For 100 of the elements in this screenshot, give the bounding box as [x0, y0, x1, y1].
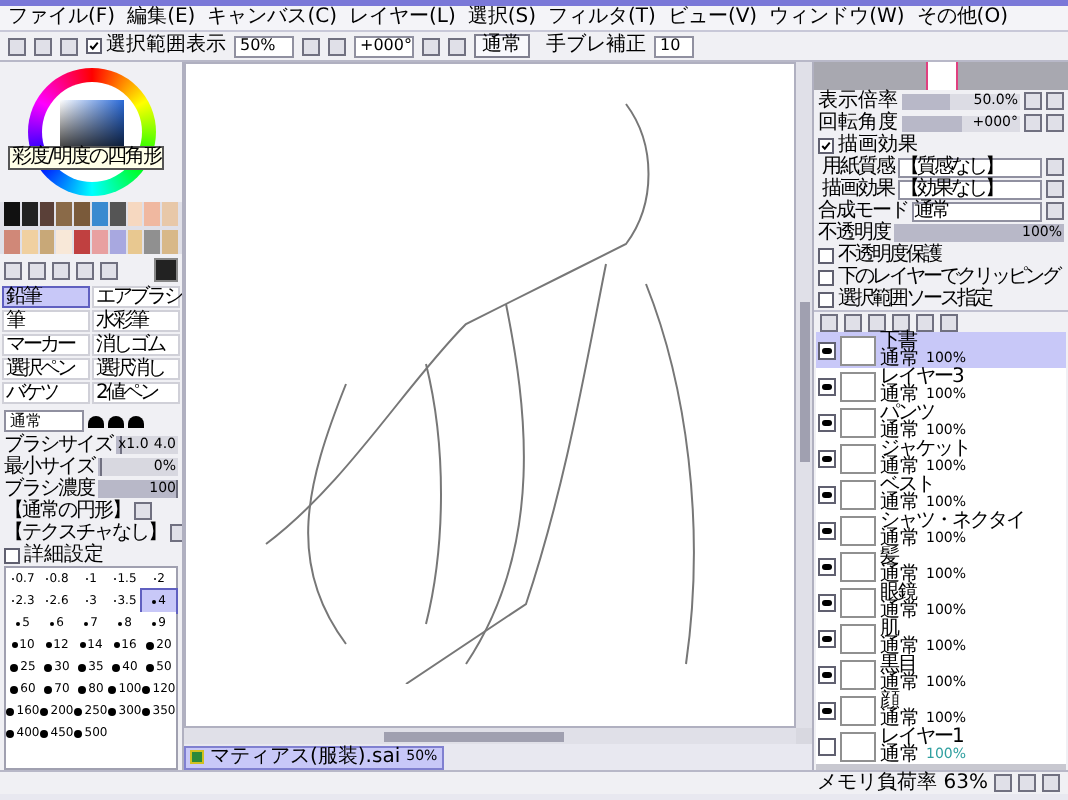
layer-thumbnail — [840, 479, 876, 509]
color-swatch[interactable] — [144, 202, 161, 226]
layer-thumbnail — [840, 515, 876, 545]
layer-thumbnail — [840, 587, 876, 617]
tool-button[interactable]: 2値ペン — [92, 382, 180, 404]
texture-label: 【テクスチャなし】 — [4, 523, 166, 543]
color-swatch[interactable] — [162, 229, 178, 253]
layer-name: ベスト — [880, 476, 934, 494]
checkbox[interactable] — [818, 269, 834, 285]
tooltip: 彩度/明度の四角形 — [8, 146, 165, 170]
menu-item[interactable]: ファイル(F) — [8, 8, 116, 28]
layer-name: 肌 — [880, 620, 899, 638]
setting-label: 回転角度 — [818, 113, 898, 133]
tool-button[interactable]: エアブラシ — [92, 286, 180, 308]
layer-name: レイヤー1 — [880, 728, 963, 746]
effect-dropdown[interactable]: 【効果なし】 — [898, 179, 1042, 199]
scrollbar-thumb[interactable] — [799, 302, 809, 462]
menu-item[interactable]: 選択(S) — [467, 8, 537, 28]
color-swatch[interactable] — [4, 229, 20, 253]
setting-label: 不透明度 — [818, 223, 890, 243]
color-swatch[interactable] — [39, 202, 55, 226]
checkbox[interactable] — [818, 291, 834, 307]
color-swatch[interactable] — [127, 202, 143, 226]
scrollbar-thumb[interactable] — [384, 731, 564, 741]
stabilizer-field[interactable]: 10 — [654, 35, 694, 57]
tip-round-icon[interactable] — [88, 415, 104, 427]
color-swatch[interactable] — [144, 229, 161, 253]
layer-blend-mode: 通常 — [880, 458, 920, 476]
color-swatch[interactable] — [92, 202, 108, 226]
layer-thumbnail — [840, 623, 876, 653]
tool-button[interactable]: 水彩筆 — [92, 310, 180, 332]
layer-blend-mode: 通常 — [880, 494, 920, 512]
blend-button[interactable]: 通常 — [474, 34, 530, 58]
menu-item[interactable]: ビュー(V) — [667, 8, 758, 28]
checkbox[interactable] — [86, 38, 102, 54]
checkbox[interactable] — [818, 247, 834, 263]
tool-button[interactable]: 選択ペン — [2, 358, 90, 380]
tool-button[interactable]: バケツ — [2, 382, 90, 404]
checkbox-label: 不透明度保護 — [838, 245, 940, 265]
layer-blend-mode: 通常 — [880, 422, 920, 440]
layer-name: シャツ・ネクタイ — [880, 512, 1024, 530]
color-swatch[interactable] — [56, 229, 73, 253]
menu-item[interactable]: フィルタ(T) — [548, 8, 656, 28]
color-swatch[interactable] — [74, 229, 90, 253]
angle-field[interactable]: +000° — [354, 35, 414, 57]
tool-button[interactable]: 筆 — [2, 310, 90, 332]
layer-thumbnail — [840, 335, 876, 365]
layer-name: パンツ — [880, 404, 934, 422]
color-swatch[interactable] — [21, 229, 38, 253]
setting-label: ブラシ濃度 — [4, 479, 94, 499]
brush-mode-field[interactable]: 通常 — [4, 410, 84, 432]
setting-label: ブラシサイズ — [4, 435, 112, 455]
layer-blend-mode: 通常 — [880, 674, 920, 692]
tool-button[interactable]: 鉛筆 — [2, 286, 90, 308]
tip-flat-icon[interactable] — [108, 415, 124, 427]
paper-dropdown[interactable]: 【質感なし】 — [898, 157, 1042, 177]
blend-mode-dropdown[interactable]: 通常 — [912, 201, 1042, 221]
tool-button[interactable]: 選択消し — [92, 358, 180, 380]
menu-item[interactable]: 編集(E) — [127, 8, 196, 28]
layer-name: 下書 — [880, 332, 917, 350]
layer-thumbnail — [840, 659, 876, 689]
color-swatch[interactable] — [127, 229, 143, 253]
primary-color[interactable] — [154, 258, 178, 282]
layer-name: ジャケット — [880, 440, 970, 458]
checkbox-label: 選択範囲表示 — [106, 36, 226, 56]
color-swatch[interactable] — [39, 229, 55, 253]
layer-thumbnail — [840, 551, 876, 581]
layer-blend-mode: 通常 — [880, 386, 920, 404]
color-swatch[interactable] — [92, 229, 108, 253]
layer-blend-mode: 通常 — [880, 710, 920, 728]
menu-item[interactable]: キャンバス(C) — [207, 8, 337, 28]
color-swatch[interactable] — [56, 202, 73, 226]
zoom-field[interactable]: 50% — [234, 35, 294, 57]
stabilizer-label: 手ブレ補正 — [546, 36, 646, 56]
color-swatch[interactable] — [162, 202, 178, 226]
layer-blend-mode: 通常 — [880, 638, 920, 656]
layer-blend-mode: 通常 — [880, 530, 920, 548]
setting-label: 表示倍率 — [818, 91, 898, 111]
color-swatch[interactable] — [74, 202, 90, 226]
setting-label: 描画効果 — [822, 179, 894, 199]
layer-thumbnail — [840, 443, 876, 473]
checkbox-label: 下のレイヤーでクリッピング — [838, 267, 1059, 287]
color-swatch[interactable] — [4, 202, 20, 226]
checkbox-label: 選択範囲ソース指定 — [838, 289, 991, 309]
menu-item[interactable]: その他(O) — [916, 8, 1008, 28]
color-swatch[interactable] — [109, 202, 126, 226]
color-swatch[interactable] — [21, 202, 38, 226]
layer-blend-mode: 通常 — [880, 566, 920, 584]
tool-button[interactable]: 消しゴム — [92, 334, 180, 356]
menu-item[interactable]: ウィンドウ(W) — [769, 8, 905, 28]
checkbox[interactable] — [4, 547, 20, 563]
layer-name: 眼鏡 — [880, 584, 917, 602]
menu-item[interactable]: レイヤー(L) — [348, 8, 456, 28]
layer-name: レイヤー3 — [880, 368, 963, 386]
layer-blend-mode: 通常 — [880, 350, 920, 368]
layer-blend-mode: 通常 — [880, 602, 920, 620]
color-swatch[interactable] — [109, 229, 126, 253]
tip-square-icon[interactable] — [128, 415, 144, 427]
checkbox[interactable] — [818, 137, 834, 153]
tool-button[interactable]: マーカー — [2, 334, 90, 356]
